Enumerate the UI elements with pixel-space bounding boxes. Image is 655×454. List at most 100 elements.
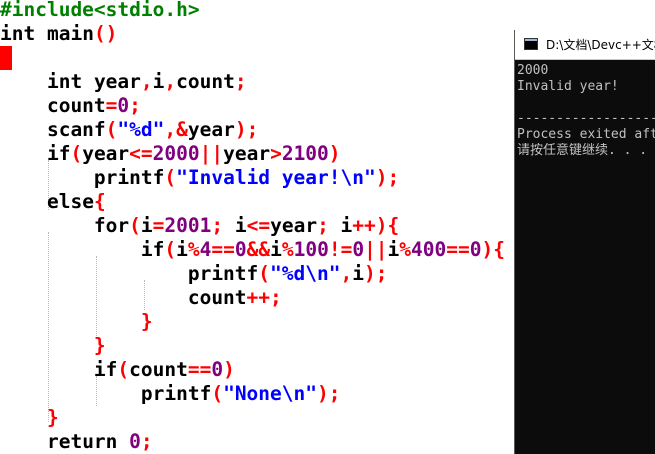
code-token: "%d\n" (270, 262, 341, 285)
code-token: ; (234, 70, 247, 93)
code-token: ( (117, 358, 130, 381)
code-token: = (152, 214, 165, 237)
console-window[interactable]: D:\文档\Devc++文档 2000 Invalid year! --------… (514, 30, 655, 454)
console-output-line: Invalid year! (517, 79, 619, 94)
code-token: <= (129, 142, 153, 165)
code-token: i (328, 214, 353, 237)
code-token: "Invalid year!\n" (176, 166, 376, 189)
code-line: } (0, 334, 106, 358)
code-token: ; (140, 430, 153, 453)
code-token: != (328, 238, 353, 261)
code-token: i (140, 214, 153, 237)
code-line: return 0; (0, 430, 153, 454)
code-token: () (93, 22, 118, 45)
code-token: 0 (469, 238, 482, 261)
code-token: , (164, 70, 177, 93)
console-output-line: -------------------------------- (517, 111, 655, 126)
code-token: ( (164, 238, 177, 261)
code-token: 0 (234, 238, 247, 261)
code-line: else{ (0, 190, 106, 214)
code-token: > (270, 142, 282, 165)
code-line: { (0, 46, 12, 70)
code-token: ) (328, 142, 341, 165)
code-token: , (140, 70, 153, 93)
code-token: && (246, 238, 271, 261)
code-token: int (0, 22, 36, 45)
code-token: year (223, 142, 271, 165)
code-line: printf("%d\n",i); (0, 262, 388, 286)
code-token: "%d" (117, 118, 165, 141)
code-token: printf (0, 262, 259, 285)
code-token: ) (223, 358, 235, 381)
console-output-line: Process exited after (517, 127, 655, 142)
code-token: ){ (481, 238, 505, 261)
code-token: year (270, 214, 318, 237)
code-token: ( (105, 118, 118, 141)
code-token: ) (375, 166, 388, 189)
code-token: || (199, 142, 224, 165)
code-token: count (176, 70, 235, 93)
code-line: count=0; (0, 94, 141, 118)
code-token: count (0, 94, 106, 117)
code-token: 2000 (152, 142, 200, 165)
code-token: printf (0, 382, 212, 405)
code-token: ) (234, 118, 247, 141)
code-token: ; (328, 382, 341, 405)
code-token: 100 (293, 238, 329, 261)
code-token: int (46, 70, 83, 93)
code-token: ( (211, 382, 224, 405)
code-token: ,& (164, 118, 188, 141)
code-token: 2100 (281, 142, 329, 165)
code-line: printf("Invalid year!\n"); (0, 166, 399, 190)
code-token: ){ (375, 214, 400, 237)
code-token: % (399, 238, 412, 261)
code-line: int main() (0, 22, 117, 46)
code-line: } (0, 310, 153, 334)
code-token: return (46, 430, 118, 453)
code-token: #include<stdio.h> (0, 0, 200, 21)
code-token: ; (387, 166, 400, 189)
code-token: <= (246, 214, 271, 237)
code-token: == (187, 358, 212, 381)
code-token: year (82, 70, 141, 93)
code-token: == (446, 238, 470, 261)
code-token: , (340, 262, 353, 285)
code-token: ( (129, 214, 141, 237)
code-token: i (152, 70, 165, 93)
code-line: if(year<=2000||year>2100) (0, 142, 341, 166)
code-token: count (129, 358, 188, 381)
code-token: == (211, 238, 235, 261)
code-token: if (140, 238, 165, 261)
code-token: % (281, 238, 294, 261)
code-token: { (0, 46, 12, 70)
code-token: 0 (211, 358, 224, 381)
code-line: #include<stdio.h> (0, 0, 200, 22)
code-line: count++; (0, 286, 282, 310)
code-token: "None\n" (223, 382, 317, 405)
code-token: count (0, 286, 247, 309)
code-token: 400 (411, 238, 447, 261)
code-token: 2001 (164, 214, 212, 237)
code-token: ( (70, 142, 83, 165)
code-line: scanf("%d",&year); (0, 118, 258, 142)
code-token: year (82, 142, 130, 165)
code-line: for(i=2001; i<=year; i++){ (0, 214, 399, 238)
code-token: } (93, 334, 106, 357)
code-token: { (93, 190, 106, 213)
code-token: ) (317, 382, 329, 405)
code-token: || (364, 238, 388, 261)
console-titlebar[interactable]: D:\文档\Devc++文档 (515, 30, 655, 60)
code-token: } (46, 406, 59, 429)
code-line: printf("None\n"); (0, 382, 341, 406)
console-title: D:\文档\Devc++文档 (546, 38, 655, 52)
code-token: } (140, 310, 153, 333)
code-token: ; (129, 94, 141, 117)
